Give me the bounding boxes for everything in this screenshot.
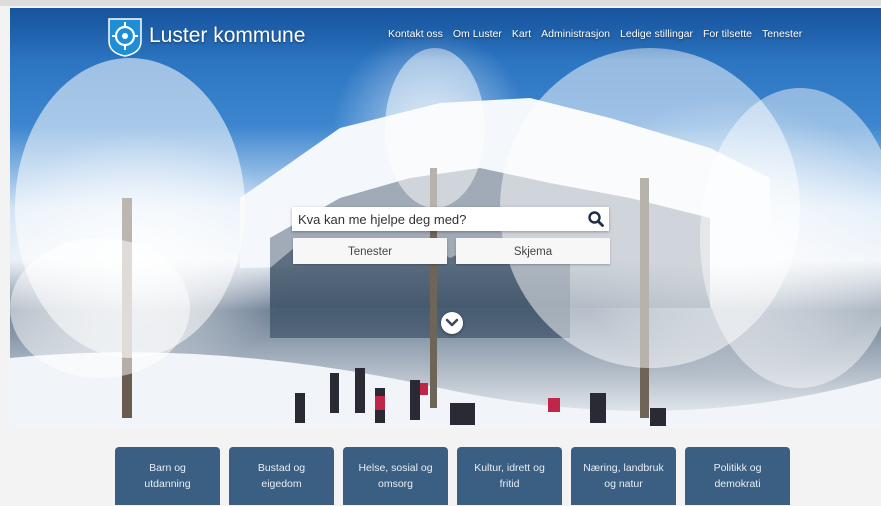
main-nav: Kontakt oss Om Luster Kart Administrasjo… — [388, 28, 802, 40]
category-culture-sports-leisure[interactable]: Kultur, idrett og fritid — [457, 447, 562, 505]
category-children-education[interactable]: Barn og utdanning — [115, 447, 220, 505]
nav-vacancies[interactable]: Ledige stillingar — [620, 28, 693, 40]
search-box — [292, 207, 609, 231]
chevron-down-icon — [445, 318, 459, 327]
category-health-social-care[interactable]: Helse, sosial og omsorg — [343, 447, 448, 505]
nav-employees[interactable]: For tilsette — [703, 28, 752, 40]
category-housing-property[interactable]: Bustad og eigedom — [229, 447, 334, 505]
services-button[interactable]: Tenester — [293, 238, 447, 264]
nav-contact[interactable]: Kontakt oss — [388, 28, 443, 40]
scroll-down-button[interactable] — [441, 312, 463, 334]
nav-about[interactable]: Om Luster — [453, 28, 502, 40]
nav-map[interactable]: Kart — [512, 28, 531, 40]
top-border — [0, 0, 881, 6]
site-name[interactable]: Luster kommune — [149, 24, 305, 48]
search-icon[interactable] — [587, 210, 605, 228]
nav-administration[interactable]: Administrasjon — [541, 28, 610, 40]
luster-coat-of-arms-icon[interactable] — [108, 17, 142, 57]
category-business-agriculture-nature[interactable]: Næring, landbruk og natur — [571, 447, 676, 505]
search-input[interactable] — [292, 207, 578, 231]
nav-services[interactable]: Tenester — [762, 28, 802, 40]
category-politics-democracy[interactable]: Politikk og demokrati — [685, 447, 790, 505]
forms-button[interactable]: Skjema — [456, 238, 610, 264]
